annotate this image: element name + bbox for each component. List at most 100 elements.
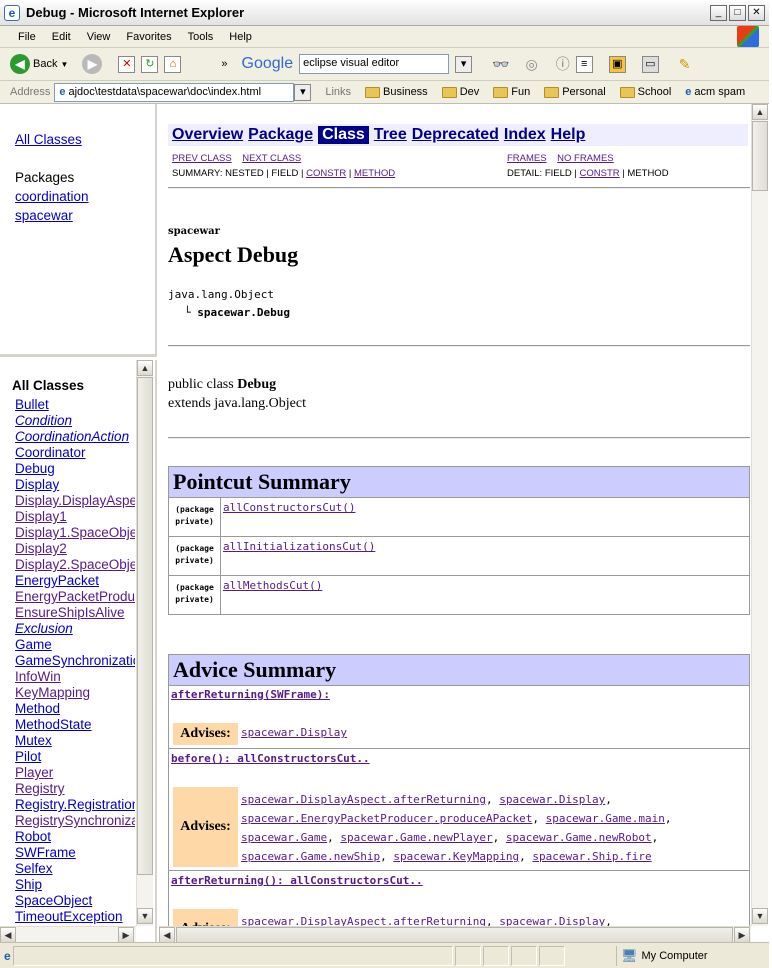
classes-vscrollbar[interactable]: ▲ ▼: [136, 360, 153, 926]
advises-link[interactable]: spacewar.EnergyPacketProducer.produceAPa…: [241, 812, 532, 825]
class-link[interactable]: Game: [15, 637, 135, 653]
class-link[interactable]: Registry.RegistrationProtection: [15, 797, 135, 813]
refresh-button[interactable]: ↻: [141, 55, 159, 73]
info-icon[interactable]: ⓘ: [556, 54, 570, 74]
link-acm-spam[interactable]: e acm spam: [685, 86, 745, 98]
nav-overview[interactable]: Overview: [172, 126, 243, 144]
link-dev[interactable]: Dev: [441, 86, 479, 98]
minimize-button[interactable]: _: [710, 5, 727, 21]
advises-link[interactable]: spacewar.Game.newPlayer: [340, 831, 492, 844]
nav-tree[interactable]: Tree: [374, 126, 407, 144]
class-link[interactable]: EnergyPacket: [15, 573, 135, 589]
maximize-button[interactable]: □: [729, 5, 746, 21]
class-link[interactable]: EnsureShipIsAlive: [15, 605, 135, 621]
scroll-down-button[interactable]: ▼: [752, 908, 768, 924]
class-link[interactable]: CoordinationAction: [15, 429, 135, 445]
summary-constr-link[interactable]: CONSTR: [306, 168, 346, 179]
class-link[interactable]: TimeoutException: [15, 909, 135, 925]
menu-favorites[interactable]: Favorites: [126, 31, 171, 43]
menu-tools[interactable]: Tools: [188, 31, 214, 43]
class-link[interactable]: Display1.SpaceObjectPainting: [15, 525, 135, 541]
menu-view[interactable]: View: [87, 31, 111, 43]
link-school[interactable]: School: [619, 86, 671, 98]
class-link[interactable]: Selfex: [15, 861, 135, 877]
prev-class-link[interactable]: PREV CLASS: [172, 153, 232, 164]
pointcut-link[interactable]: allMethodsCut(): [220, 575, 750, 615]
scroll-right-button[interactable]: ▶: [734, 927, 750, 942]
menu-help[interactable]: Help: [229, 31, 252, 43]
package-link-spacewar[interactable]: spacewar: [15, 206, 155, 225]
scroll-left-button[interactable]: ◀: [159, 927, 175, 942]
class-link[interactable]: Bullet: [15, 397, 135, 413]
advises-link[interactable]: spacewar.DisplayAspect.afterReturning: [241, 793, 486, 806]
class-link[interactable]: Display2: [15, 541, 135, 557]
google-logo[interactable]: Google: [242, 55, 294, 73]
scroll-thumb[interactable]: [137, 377, 153, 875]
advises-link[interactable]: spacewar.Display: [241, 726, 347, 739]
popup-blocker-icon[interactable]: ▣: [608, 55, 626, 73]
class-link[interactable]: MethodState: [15, 717, 135, 733]
pointcut-link[interactable]: allConstructorsCut(): [220, 497, 750, 537]
scroll-up-button[interactable]: ▲: [137, 360, 153, 376]
class-link[interactable]: Condition: [15, 413, 135, 429]
class-link[interactable]: Robot: [15, 829, 135, 845]
class-link[interactable]: EnergyPacketProducer: [15, 589, 135, 605]
advice-signature-link[interactable]: before(): allConstructorsCut..: [169, 749, 749, 768]
scroll-right-button[interactable]: ▶: [118, 927, 134, 942]
link-business[interactable]: Business: [365, 86, 428, 98]
stop-button[interactable]: ✕: [118, 55, 136, 73]
package-link-coordination[interactable]: coordination: [15, 187, 155, 206]
next-class-link[interactable]: NEXT CLASS: [242, 153, 301, 164]
class-link[interactable]: Debug: [15, 461, 135, 477]
binoculars-icon[interactable]: 👓: [492, 56, 509, 73]
class-link[interactable]: RegistrySynchronization: [15, 813, 135, 829]
scroll-up-button[interactable]: ▲: [752, 104, 768, 120]
class-link[interactable]: Mutex: [15, 733, 135, 749]
class-link[interactable]: Ship: [15, 877, 135, 893]
home-button[interactable]: ⌂: [164, 55, 182, 73]
pagerank-icon[interactable]: ◎: [526, 56, 538, 73]
menu-edit[interactable]: Edit: [52, 31, 71, 43]
toolbar-chevron-icon[interactable]: »: [221, 58, 227, 70]
class-link[interactable]: Display2.SpaceObjectPainting: [15, 557, 135, 573]
folder-icon[interactable]: ▭: [641, 55, 659, 73]
summary-method-link[interactable]: METHOD: [354, 168, 395, 179]
advice-signature-link[interactable]: afterReturning(): allConstructorsCut..: [169, 871, 749, 890]
scroll-thumb[interactable]: [752, 121, 768, 191]
scroll-down-button[interactable]: ▼: [137, 908, 153, 924]
forward-button[interactable]: ▶: [82, 54, 103, 74]
class-link[interactable]: Exclusion: [15, 621, 135, 637]
advises-link[interactable]: spacewar.KeyMapping: [393, 850, 519, 863]
class-link[interactable]: InfoWin: [15, 669, 135, 685]
class-link[interactable]: Player: [15, 765, 135, 781]
back-button[interactable]: ◀ Back ▼: [10, 54, 68, 74]
class-link[interactable]: Method: [15, 701, 135, 717]
page-icon[interactable]: ≡: [575, 55, 593, 73]
nav-index[interactable]: Index: [504, 126, 546, 144]
no-frames-link[interactable]: NO FRAMES: [557, 153, 613, 164]
address-dropdown-icon[interactable]: ▾: [294, 83, 312, 101]
advises-link[interactable]: spacewar.Game.newShip: [241, 850, 380, 863]
class-link[interactable]: Pilot: [15, 749, 135, 765]
nav-deprecated[interactable]: Deprecated: [412, 126, 499, 144]
doc-hscrollbar[interactable]: ◀ ▶: [159, 926, 751, 942]
nav-package[interactable]: Package: [248, 126, 313, 144]
class-link[interactable]: Coordinator: [15, 445, 135, 461]
advises-link[interactable]: spacewar.Display: [499, 793, 605, 806]
highlighter-icon[interactable]: ✎: [679, 56, 691, 73]
advises-link[interactable]: spacewar.Game.main: [546, 812, 665, 825]
class-link[interactable]: Display: [15, 477, 135, 493]
advises-link[interactable]: spacewar.Game: [241, 831, 327, 844]
close-button[interactable]: ✕: [748, 5, 765, 21]
advises-link[interactable]: spacewar.Game.newRobot: [506, 831, 652, 844]
scroll-left-button[interactable]: ◀: [0, 927, 16, 942]
address-input[interactable]: e ajdoc\testdata\spacewar\doc\index.html: [54, 82, 295, 102]
class-link[interactable]: Registry: [15, 781, 135, 797]
nav-help[interactable]: Help: [551, 126, 586, 144]
advises-link[interactable]: spacewar.Ship.fire: [532, 850, 651, 863]
class-link[interactable]: GameSynchronization: [15, 653, 135, 669]
class-link[interactable]: Display1: [15, 509, 135, 525]
class-link[interactable]: SWFrame: [15, 845, 135, 861]
classes-hscrollbar[interactable]: ◀ ▶: [0, 926, 136, 942]
menu-file[interactable]: File: [18, 31, 36, 43]
